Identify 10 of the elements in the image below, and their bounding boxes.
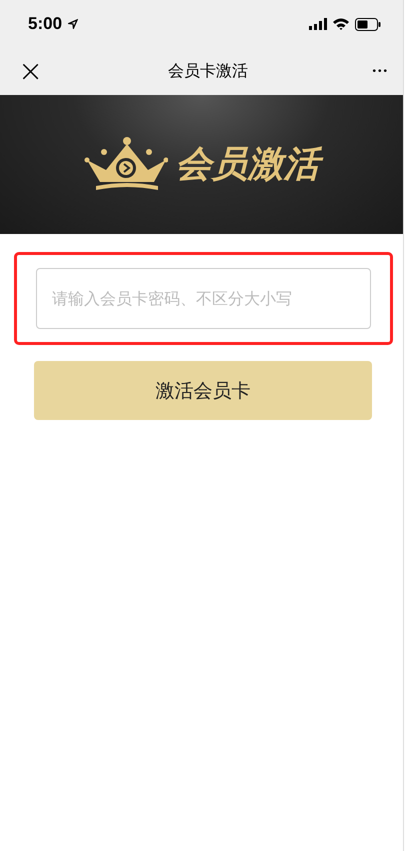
location-arrow-icon xyxy=(68,19,78,29)
more-button[interactable]: ••• xyxy=(372,66,389,77)
status-time: 5:00 xyxy=(28,14,62,34)
page-title: 会员卡激活 xyxy=(168,61,248,82)
activate-button[interactable]: 激活会员卡 xyxy=(34,361,372,420)
close-button[interactable]: × xyxy=(18,56,44,86)
signal-icon xyxy=(309,18,327,30)
card-password-field[interactable]: 请输入会员卡密码、不区分大小写 xyxy=(36,268,371,329)
battery-icon xyxy=(355,18,381,30)
wifi-icon xyxy=(333,18,349,30)
